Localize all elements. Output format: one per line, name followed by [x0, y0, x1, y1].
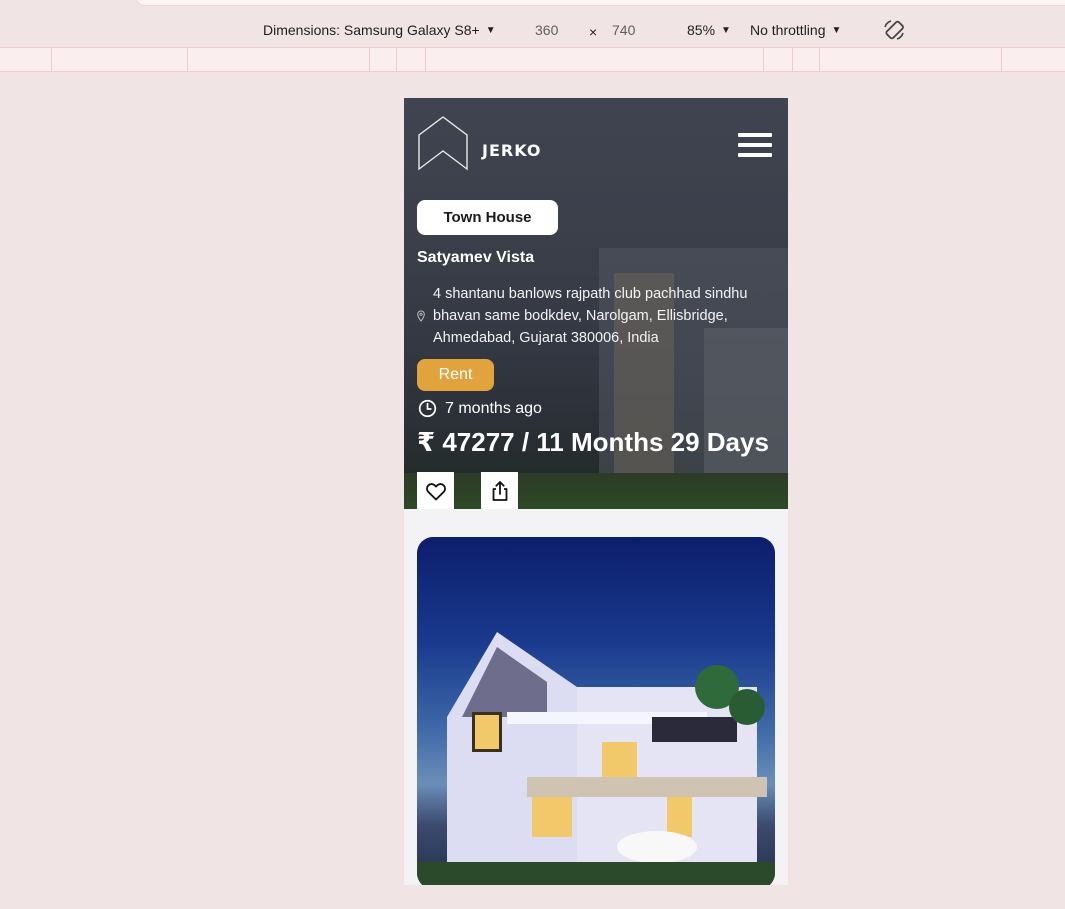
times-glyph: × [589, 24, 598, 40]
posted-time-text: 7 months ago [445, 399, 542, 417]
hero-background-wing [704, 328, 788, 488]
brand-name[interactable]: JERKO [482, 141, 541, 160]
ruler-divider [396, 48, 397, 72]
height-input[interactable]: 740 [612, 22, 635, 38]
hamburger-icon[interactable] [738, 133, 772, 159]
ruler-divider [369, 48, 370, 72]
share-icon [492, 480, 507, 501]
menu-bar [738, 143, 772, 147]
property-type-chip[interactable]: Town House [417, 200, 558, 235]
ruler-divider [1001, 48, 1002, 72]
tab-edge [135, 0, 1065, 6]
ruler-divider [51, 48, 52, 72]
dimensions-dropdown[interactable]: Dimensions: Samsung Galaxy S8+ ▼ [263, 22, 496, 38]
property-card-image[interactable] [417, 537, 775, 885]
rotate-icon[interactable] [882, 18, 906, 42]
share-button[interactable] [481, 472, 518, 509]
width-input[interactable]: 360 [535, 22, 558, 38]
favorite-button[interactable] [417, 472, 454, 509]
chevron-down-icon: ▼ [721, 24, 731, 36]
media-query-ruler [0, 47, 1065, 72]
dimension-separator: × [589, 24, 597, 40]
property-price: ₹ 47277 / 11 Months 29 Days [417, 427, 769, 457]
menu-bar [738, 133, 772, 137]
ruler-divider [763, 48, 764, 72]
chevron-down-icon: ▼ [831, 24, 842, 36]
ruler-divider [792, 48, 793, 72]
house-outline-logo[interactable] [417, 115, 469, 171]
zoom-dropdown[interactable]: 85% ▼ [687, 22, 731, 38]
zoom-value: 85% [687, 22, 716, 38]
ruler-divider [187, 48, 188, 72]
menu-bar [738, 153, 772, 157]
throttling-dropdown[interactable]: No throttling ▼ [750, 22, 841, 38]
heart-icon [425, 482, 446, 500]
hero-background-lawn [404, 473, 788, 509]
height-value: 740 [612, 22, 636, 38]
ruler-divider [819, 48, 820, 72]
ruler-divider [425, 48, 426, 72]
device-toolbar: Dimensions: Samsung Galaxy S8+ ▼ 360 × 7… [0, 13, 1065, 48]
clock-icon [418, 399, 437, 418]
property-hero: JERKO Town House Satyamev Vista 4 shanta… [404, 98, 788, 509]
chevron-down-icon: ▼ [485, 24, 496, 36]
property-address: 4 shantanu banlows rajpath club pachhad … [417, 283, 767, 349]
address-text: 4 shantanu banlows rajpath club pachhad … [433, 286, 748, 346]
browser-top-strip [0, 0, 1065, 13]
listing-type-badge[interactable]: Rent [417, 359, 494, 391]
property-title: Satyamev Vista [417, 249, 535, 266]
house-illustration [417, 632, 775, 885]
location-pin-icon [417, 310, 425, 322]
dimensions-label: Dimensions: Samsung Galaxy S8+ [263, 22, 480, 38]
mobile-viewport: JERKO Town House Satyamev Vista 4 shanta… [404, 98, 788, 885]
throttling-value: No throttling [750, 22, 826, 38]
width-value: 360 [535, 22, 559, 38]
posted-time: 7 months ago [418, 399, 542, 418]
